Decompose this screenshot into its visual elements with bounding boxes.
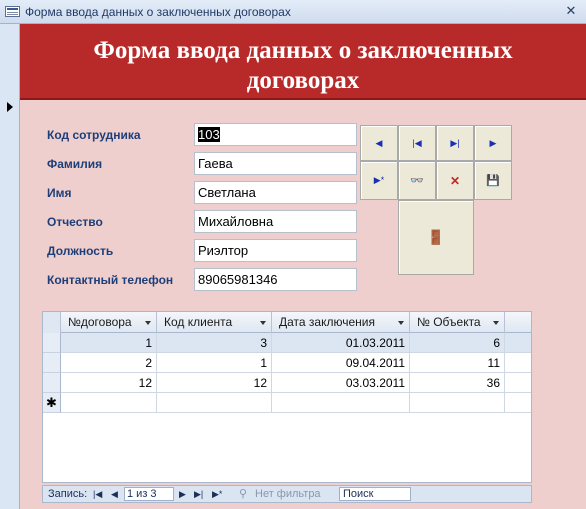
record-position-input[interactable]: 1 из 3: [124, 487, 174, 501]
table-cell[interactable]: 1: [157, 353, 272, 373]
label-name: Имя: [47, 186, 72, 200]
phone-field[interactable]: 89065981346: [194, 268, 357, 291]
nav-next-icon[interactable]: ▶: [179, 488, 186, 501]
nav-last-icon[interactable]: ▶|: [194, 488, 203, 501]
find-binoculars-icon: 👓: [410, 175, 424, 187]
last-record-button[interactable]: ▶|: [436, 125, 474, 161]
current-record-arrow-icon: [7, 102, 13, 112]
surname-field[interactable]: Гаева: [194, 152, 357, 175]
column-header-contract-no[interactable]: №договора: [61, 312, 157, 333]
prev-record-icon: ◀: [375, 137, 383, 148]
search-input[interactable]: Поиск: [339, 487, 411, 501]
chevron-down-icon[interactable]: [493, 321, 499, 325]
table-cell[interactable]: 6: [410, 333, 505, 353]
name-field[interactable]: Светлана: [194, 181, 357, 204]
new-table-row[interactable]: [61, 393, 531, 413]
form-body: Форма ввода данных о заключенных договор…: [20, 24, 586, 509]
new-record-button[interactable]: ▶*: [360, 161, 398, 200]
delete-record-button[interactable]: ✕: [436, 161, 474, 200]
row-selector[interactable]: [43, 333, 61, 353]
column-header-contract-date[interactable]: Дата заключения: [272, 312, 410, 333]
save-record-button[interactable]: 💾: [474, 161, 512, 200]
table-row[interactable]: 2 1 09.04.2011 11: [61, 353, 531, 373]
label-phone: Контактный телефон: [47, 273, 174, 287]
form-header-title: Форма ввода данных о заключенных договор…: [93, 37, 513, 94]
table-cell[interactable]: 03.03.2011: [272, 373, 410, 393]
position-field[interactable]: Риэлтор: [194, 239, 357, 262]
nav-first-icon[interactable]: |◀: [93, 488, 102, 501]
label-surname: Фамилия: [47, 157, 103, 171]
form-header: Форма ввода данных о заключенных договор…: [20, 24, 586, 100]
title-bar: Форма ввода данных о заключенных договор…: [0, 0, 586, 24]
table-cell[interactable]: [157, 393, 272, 413]
table-cell[interactable]: 36: [410, 373, 505, 393]
record-label: Запись:: [48, 488, 88, 500]
label-patronymic: Отчество: [47, 215, 103, 229]
table-cell[interactable]: [410, 393, 505, 413]
new-record-icon: ▶*: [373, 175, 385, 185]
no-filter-label[interactable]: Нет фильтра: [255, 488, 321, 501]
table-header-row: №договора Код клиента Дата заключения № …: [43, 312, 531, 333]
label-employee-code: Код сотрудника: [47, 128, 141, 142]
window-title: Форма ввода данных о заключенных договор…: [25, 5, 291, 19]
nav-new-icon[interactable]: ▶*: [212, 488, 222, 501]
column-header-client-code[interactable]: Код клиента: [157, 312, 272, 333]
row-selector[interactable]: [43, 353, 61, 373]
table-cell[interactable]: 3: [157, 333, 272, 353]
table-cell[interactable]: 12: [157, 373, 272, 393]
form-icon: [5, 6, 20, 17]
patronymic-field[interactable]: Михайловна: [194, 210, 357, 233]
next-record-button[interactable]: ▶: [474, 125, 512, 161]
table-cell[interactable]: 1: [61, 333, 157, 353]
new-row-marker-icon[interactable]: ✱: [43, 393, 61, 413]
nav-prev-icon[interactable]: ◀: [111, 488, 118, 501]
exit-door-icon: 🚪: [427, 229, 445, 245]
chevron-down-icon[interactable]: [398, 321, 404, 325]
save-record-icon: 💾: [486, 175, 500, 187]
chevron-down-icon[interactable]: [260, 321, 266, 325]
find-button[interactable]: 👓: [398, 161, 436, 200]
row-selector[interactable]: [43, 373, 61, 393]
table-cell[interactable]: 12: [61, 373, 157, 393]
employee-code-value: 103: [198, 127, 220, 142]
last-record-icon: ▶|: [450, 137, 460, 148]
filter-funnel-icon[interactable]: ⚲: [239, 488, 247, 501]
first-record-button[interactable]: |◀: [398, 125, 436, 161]
employee-code-field[interactable]: 103: [194, 123, 357, 146]
table-cell[interactable]: 2: [61, 353, 157, 373]
table-cell[interactable]: 09.04.2011: [272, 353, 410, 373]
table-row[interactable]: 1 3 01.03.2011 6: [61, 333, 531, 353]
table-cell[interactable]: 01.03.2011: [272, 333, 410, 353]
next-record-icon: ▶: [489, 137, 497, 148]
contracts-subform-table[interactable]: №договора Код клиента Дата заключения № …: [42, 311, 532, 483]
first-record-icon: |◀: [412, 137, 422, 148]
label-position: Должность: [47, 244, 114, 258]
select-all-corner[interactable]: [43, 312, 61, 333]
table-row[interactable]: 12 12 03.03.2011 36: [61, 373, 531, 393]
record-navigation-bar: Запись: |◀ ◀ 1 из 3 ▶ ▶| ▶* ⚲ Нет фильтр…: [42, 485, 532, 503]
prev-record-button[interactable]: ◀: [360, 125, 398, 161]
close-icon[interactable]: ✕: [562, 2, 580, 20]
record-selector-bar[interactable]: [0, 24, 20, 509]
column-header-object-no[interactable]: № Объекта: [410, 312, 505, 333]
exit-form-button[interactable]: 🚪: [398, 200, 474, 275]
table-cell[interactable]: [272, 393, 410, 413]
chevron-down-icon[interactable]: [145, 321, 151, 325]
table-cell[interactable]: [61, 393, 157, 413]
delete-record-icon: ✕: [449, 173, 461, 188]
table-cell[interactable]: 11: [410, 353, 505, 373]
